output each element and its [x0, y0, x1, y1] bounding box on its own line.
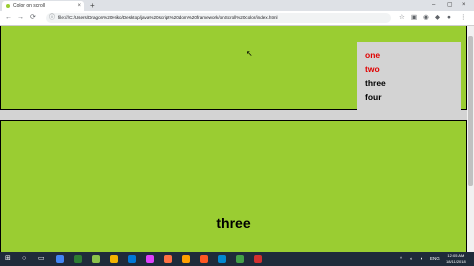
info-icon[interactable]: ⓘ — [49, 13, 55, 23]
app-icon-red[interactable] — [254, 255, 262, 263]
search-icon[interactable]: ○ — [22, 252, 26, 266]
page-scrollbar[interactable] — [467, 26, 474, 252]
star-icon[interactable]: ☆ — [399, 12, 405, 24]
nav-item-two[interactable]: two — [365, 64, 380, 75]
nav-item-one[interactable]: one — [365, 50, 380, 61]
nav-item-three[interactable]: three — [365, 78, 386, 89]
profile-icon[interactable]: ● — [447, 12, 451, 24]
app-icon-yellow[interactable] — [182, 255, 190, 263]
browser-toolbar: ← → ⟳ ⓘ file:///C:/Users/Dragon%20Hiko/D… — [0, 11, 474, 26]
volume-icon[interactable]: ◖ — [420, 252, 423, 266]
favicon-icon — [6, 4, 10, 8]
extension-icon[interactable]: ▣ — [411, 12, 417, 24]
tab-strip: Color on scroll × + – ▢ × — [0, 0, 474, 11]
app-icon-camtasia[interactable] — [92, 255, 100, 263]
close-window-icon[interactable]: × — [462, 0, 466, 10]
network-icon[interactable]: ◐ — [410, 252, 413, 266]
tab-title: Color on scroll — [13, 3, 45, 9]
tray-chevron-icon[interactable]: ^ — [400, 252, 402, 266]
app-icon-green-2[interactable] — [236, 255, 244, 263]
app-icon-firefox[interactable] — [200, 255, 208, 263]
minimize-icon[interactable]: – — [432, 0, 435, 10]
back-icon[interactable]: ← — [5, 12, 12, 24]
mouse-cursor-icon: ↖ — [246, 49, 253, 58]
app-icon-store[interactable] — [128, 255, 136, 263]
app-icon-explorer[interactable] — [110, 255, 118, 263]
forward-icon[interactable]: → — [17, 12, 24, 24]
address-bar[interactable]: ⓘ file:///C:/Users/Dragon%20Hiko/Desktop… — [46, 13, 391, 23]
tab-close-icon[interactable]: × — [77, 1, 81, 11]
clock-date: 18/11/2018 — [446, 259, 466, 264]
maximize-icon[interactable]: ▢ — [447, 0, 453, 10]
browser-tab[interactable]: Color on scroll × — [2, 1, 84, 11]
menu-icon[interactable]: ⋮ — [460, 12, 467, 24]
taskbar: ⊞ ○ ▭ ^ ◐ ◖ ENG 12:05 AM 18/11/2018 — [0, 252, 474, 266]
section-heading: three — [216, 215, 251, 231]
section-three: three — [0, 120, 467, 252]
app-icon-orange[interactable] — [164, 255, 172, 263]
app-icon-green[interactable] — [74, 255, 82, 263]
extension-icon-2[interactable]: ◉ — [423, 12, 429, 24]
reload-icon[interactable]: ⟳ — [30, 12, 36, 24]
chrome-app-icon[interactable] — [56, 255, 64, 263]
windows-start-icon[interactable]: ⊞ — [5, 252, 11, 266]
nav-box: one two three four — [357, 42, 461, 112]
scroll-thumb[interactable] — [468, 36, 473, 186]
extension-icon-3[interactable]: ◆ — [435, 12, 440, 24]
app-icon-blue[interactable] — [218, 255, 226, 263]
page-viewport: three one two three four ↖ — [0, 26, 467, 252]
app-icon-purple[interactable] — [146, 255, 154, 263]
clock[interactable]: 12:05 AM 18/11/2018 — [446, 253, 466, 265]
language-indicator[interactable]: ENG — [430, 252, 440, 266]
task-view-icon[interactable]: ▭ — [38, 252, 45, 266]
url-text[interactable]: file:///C:/Users/Dragon%20Hiko/Desktop/j… — [58, 13, 278, 23]
nav-item-four[interactable]: four — [365, 92, 382, 103]
new-tab-button[interactable]: + — [90, 0, 95, 11]
